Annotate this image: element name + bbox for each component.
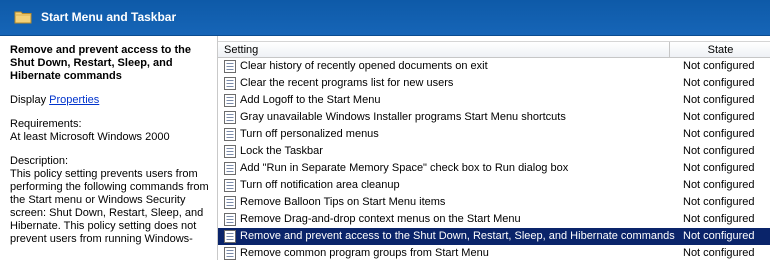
setting-state: Not configured bbox=[683, 247, 755, 259]
setting-state: Not configured bbox=[683, 213, 755, 225]
column-header-setting[interactable]: Setting bbox=[224, 44, 258, 56]
requirements-value: At least Microsoft Windows 2000 bbox=[10, 131, 170, 143]
policy-setting-icon bbox=[224, 247, 236, 260]
setting-name: Clear history of recently opened documen… bbox=[240, 60, 488, 72]
setting-name: Remove and prevent access to the Shut Do… bbox=[240, 230, 675, 242]
setting-name: Add Logoff to the Start Menu bbox=[240, 94, 381, 106]
policy-setting-icon bbox=[224, 94, 236, 107]
extended-description-pane: Remove and prevent access to the Shut Do… bbox=[0, 36, 217, 260]
setting-name: Remove Drag-and-drop context menus on th… bbox=[240, 213, 521, 225]
policy-title: Remove and prevent access to the Shut Do… bbox=[10, 44, 191, 82]
setting-state: Not configured bbox=[683, 60, 755, 72]
policy-setting-icon bbox=[224, 60, 236, 73]
column-header: Setting State bbox=[218, 41, 770, 58]
table-row[interactable]: Clear the recent programs list for new u… bbox=[218, 75, 770, 92]
policy-setting-icon bbox=[224, 213, 236, 226]
setting-state: Not configured bbox=[683, 128, 755, 140]
policy-setting-icon bbox=[224, 77, 236, 90]
setting-state: Not configured bbox=[683, 94, 755, 106]
setting-state: Not configured bbox=[683, 77, 755, 89]
display-label: Display bbox=[10, 94, 47, 106]
policy-setting-icon bbox=[224, 179, 236, 192]
policy-setting-icon bbox=[224, 196, 236, 209]
header-bar: Start Menu and Taskbar bbox=[0, 0, 770, 36]
policy-setting-icon bbox=[224, 128, 236, 141]
settings-list-pane: Setting State Clear history of recently … bbox=[217, 36, 770, 260]
setting-name: Remove common program groups from Start … bbox=[240, 247, 489, 259]
table-row[interactable]: Remove common program groups from Start … bbox=[218, 245, 770, 260]
folder-icon bbox=[14, 11, 32, 24]
table-row[interactable]: Gray unavailable Windows Installer progr… bbox=[218, 109, 770, 126]
table-row[interactable]: Add "Run in Separate Memory Space" check… bbox=[218, 160, 770, 177]
setting-state: Not configured bbox=[683, 162, 755, 174]
setting-state: Not configured bbox=[683, 145, 755, 157]
setting-name: Add "Run in Separate Memory Space" check… bbox=[240, 162, 569, 174]
column-header-state[interactable]: State bbox=[670, 44, 770, 56]
table-row[interactable]: Clear history of recently opened documen… bbox=[218, 58, 770, 75]
table-row[interactable]: Remove Balloon Tips on Start Menu items N… bbox=[218, 194, 770, 211]
description-text: This policy setting prevents users from … bbox=[10, 168, 209, 245]
setting-state: Not configured bbox=[683, 196, 755, 208]
policy-setting-icon bbox=[224, 162, 236, 175]
setting-name: Clear the recent programs list for new u… bbox=[240, 77, 454, 89]
table-row[interactable]: Turn off notification area cleanup Not co… bbox=[218, 177, 770, 194]
requirements-label: Requirements: bbox=[10, 118, 82, 130]
settings-list: Clear history of recently opened documen… bbox=[218, 58, 770, 260]
table-row[interactable]: Turn off personalized menus Not configure… bbox=[218, 126, 770, 143]
page-title: Start Menu and Taskbar bbox=[41, 10, 177, 24]
properties-link[interactable]: Properties bbox=[49, 94, 99, 106]
display-line: Display Properties bbox=[10, 94, 211, 107]
setting-name: Turn off personalized menus bbox=[240, 128, 379, 140]
setting-state: Not configured bbox=[683, 111, 755, 123]
table-row[interactable]: Lock the Taskbar Not configured bbox=[218, 143, 770, 160]
table-row[interactable]: Add Logoff to the Start Menu Not configur… bbox=[218, 92, 770, 109]
table-row[interactable]: Remove Drag-and-drop context menus on th… bbox=[218, 211, 770, 228]
setting-name: Turn off notification area cleanup bbox=[240, 179, 400, 191]
policy-setting-icon bbox=[224, 111, 236, 124]
setting-name: Remove Balloon Tips on Start Menu items bbox=[240, 196, 446, 208]
description-label: Description: bbox=[10, 155, 69, 167]
policy-setting-icon bbox=[224, 230, 236, 243]
setting-state: Not configured bbox=[683, 230, 755, 242]
setting-state: Not configured bbox=[683, 179, 755, 191]
setting-name: Gray unavailable Windows Installer progr… bbox=[240, 111, 566, 123]
table-row[interactable]: Remove and prevent access to the Shut Do… bbox=[218, 228, 770, 245]
policy-setting-icon bbox=[224, 145, 236, 158]
setting-name: Lock the Taskbar bbox=[240, 145, 323, 157]
